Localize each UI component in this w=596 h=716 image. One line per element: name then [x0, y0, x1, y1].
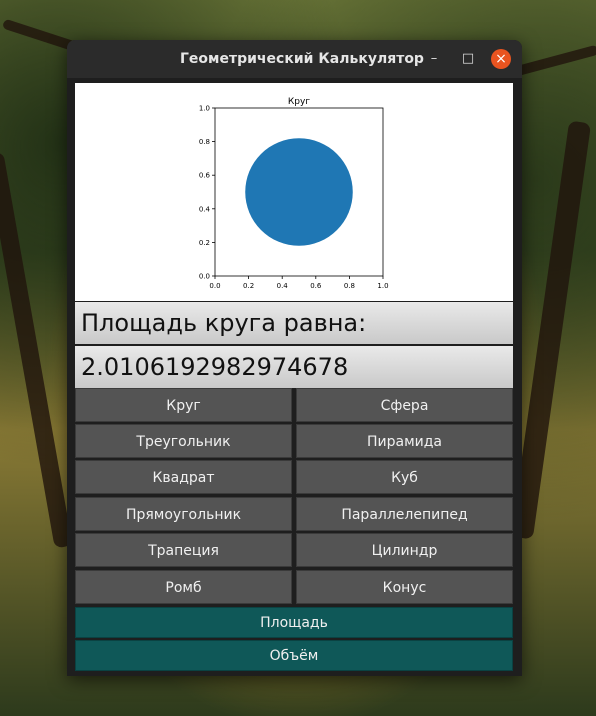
- window-titlebar[interactable]: Геометрический Калькулятор – □ ×: [67, 40, 522, 78]
- y-tick-label: 0.2: [199, 239, 210, 247]
- sphere-button[interactable]: Сфера: [296, 388, 513, 422]
- plot-title: Круг: [288, 97, 310, 107]
- plot-circle: [245, 138, 353, 246]
- y-tick-label: 1.0: [199, 105, 210, 113]
- result-value: 2.0106192982974678: [75, 346, 513, 388]
- window-title: Геометрический Калькулятор: [180, 51, 424, 67]
- circle-button[interactable]: Круг: [75, 388, 292, 422]
- close-button[interactable]: ×: [491, 49, 511, 69]
- parallelepiped-button[interactable]: Параллелепипед: [296, 497, 513, 531]
- calculator-window: Геометрический Калькулятор – □ × Круг 0.…: [67, 40, 522, 676]
- minimize-button[interactable]: –: [425, 50, 443, 68]
- x-tick-label: 1.0: [377, 282, 388, 290]
- shape-plot: Круг 0.0 0.2 0.4 0.6 0.8 1.0 0.0 0.2 0.4 0.6 0.8 1…: [199, 97, 389, 290]
- trapezoid-button[interactable]: Трапеция: [75, 533, 292, 567]
- x-tick-label: 0.6: [310, 282, 322, 290]
- area-button[interactable]: Площадь: [75, 607, 513, 638]
- x-tick-label: 0.8: [344, 282, 355, 290]
- rectangle-button[interactable]: Прямоугольник: [75, 497, 292, 531]
- x-tick-label: 0.4: [277, 282, 289, 290]
- triangle-button[interactable]: Треугольник: [75, 424, 292, 458]
- rhombus-button[interactable]: Ромб: [75, 570, 292, 604]
- cylinder-button[interactable]: Цилиндр: [296, 533, 513, 567]
- pyramid-button[interactable]: Пирамида: [296, 424, 513, 458]
- volume-button[interactable]: Объём: [75, 640, 513, 671]
- y-tick-label: 0.8: [199, 138, 210, 146]
- plot-panel: Круг 0.0 0.2 0.4 0.6 0.8 1.0 0.0 0.2 0.4 0.6 0.8 1…: [75, 83, 513, 301]
- y-tick-label: 0.4: [199, 205, 211, 213]
- y-tick-label: 0.0: [199, 273, 210, 281]
- x-tick-label: 0.0: [209, 282, 220, 290]
- cube-button[interactable]: Куб: [296, 460, 513, 494]
- minimize-icon: –: [430, 51, 438, 66]
- y-tick-label: 0.6: [199, 172, 211, 180]
- maximize-icon: □: [461, 51, 475, 66]
- close-icon: ×: [495, 51, 507, 67]
- cone-button[interactable]: Конус: [296, 570, 513, 604]
- result-label: Площадь круга равна:: [75, 302, 513, 344]
- maximize-button[interactable]: □: [459, 50, 477, 68]
- square-button[interactable]: Квадрат: [75, 460, 292, 494]
- x-tick-label: 0.2: [243, 282, 254, 290]
